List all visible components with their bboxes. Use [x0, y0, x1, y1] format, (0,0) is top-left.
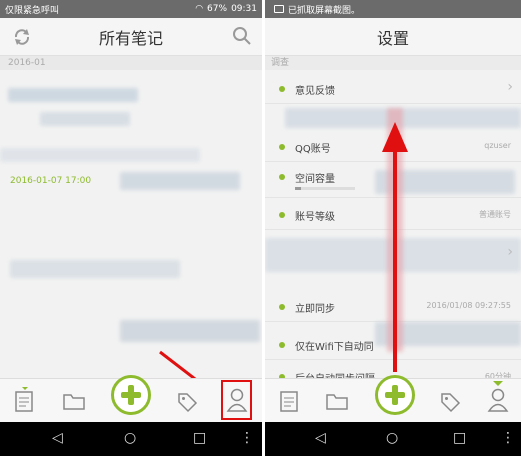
home-icon[interactable]: ○	[386, 430, 398, 446]
folder-icon[interactable]	[62, 391, 86, 411]
tag-icon[interactable]	[439, 391, 461, 413]
more-icon[interactable]: ⋮	[240, 430, 254, 446]
folder-icon[interactable]	[325, 391, 349, 411]
back-icon[interactable]: ◁	[52, 430, 63, 446]
home-icon[interactable]: ○	[124, 430, 136, 446]
more-icon[interactable]: ⋮	[501, 430, 515, 446]
android-nav-bar: ◁ ○ □ ⋮	[265, 422, 521, 456]
tag-icon[interactable]	[176, 391, 198, 413]
android-nav-bar: ◁ ○ □ ⋮	[0, 422, 262, 456]
recents-icon[interactable]: □	[453, 430, 466, 446]
add-note-button[interactable]	[111, 375, 151, 415]
highlight-box	[221, 380, 252, 420]
settings-screen: 已抓取屏幕截图。 设置 调查 意见反馈 › QQ账号 qzuser 空间容量 账…	[265, 0, 521, 456]
notes-screen: 仅限紧急呼叫 ◠ 67% 09:31 所有笔记 2016-01 2016-01-…	[0, 0, 262, 456]
add-note-button[interactable]	[375, 375, 415, 415]
user-icon[interactable]	[487, 381, 509, 415]
note-icon[interactable]	[14, 387, 36, 413]
back-icon[interactable]: ◁	[315, 430, 326, 446]
recents-icon[interactable]: □	[193, 430, 206, 446]
bottom-nav	[265, 375, 521, 422]
note-icon[interactable]	[279, 387, 301, 413]
